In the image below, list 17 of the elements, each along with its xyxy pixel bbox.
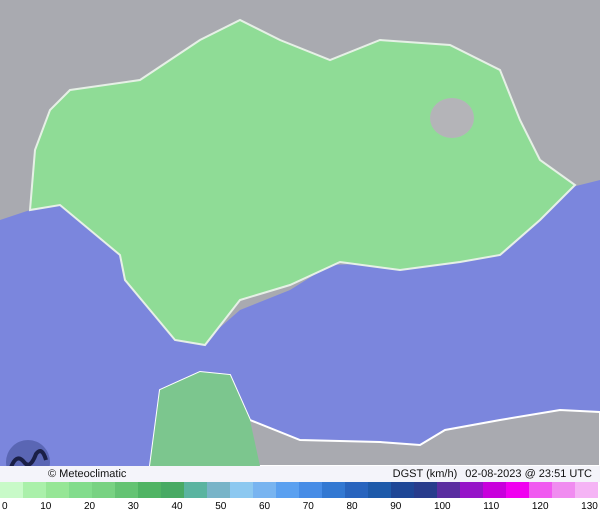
tick-label: 130 [581,500,598,512]
tick-label: 20 [84,500,96,512]
tick-label: 100 [434,500,451,512]
tick-label: 10 [40,500,52,512]
tick-label: 70 [302,500,314,512]
tick-label: 90 [390,500,402,512]
tick-label: 40 [171,500,183,512]
tick-label: 80 [346,500,358,512]
tick-label: 60 [258,500,270,512]
credit-text: © Meteoclimatic [48,468,126,480]
timestamp: 02-08-2023 @ 23:51 UTC [465,468,592,480]
tick-label: 120 [532,500,549,512]
tick-label: 0 [2,500,8,512]
tick-label: 110 [483,500,500,512]
tick-label: 50 [215,500,226,512]
variable-label: DGST (km/h) [392,468,458,480]
tick-label: 30 [128,500,139,512]
